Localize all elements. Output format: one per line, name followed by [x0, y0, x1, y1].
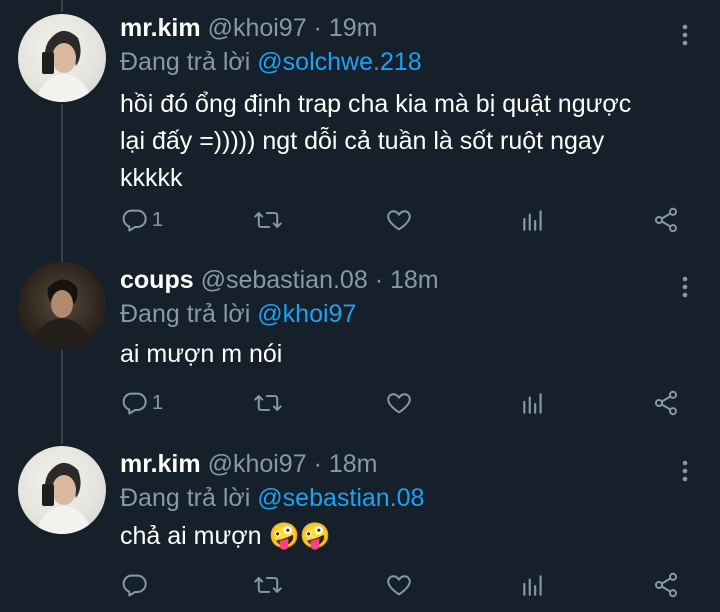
replying-to-label: Đang trả lời: [120, 48, 251, 76]
tweet-header: mr.kim @khoi97 · 18m: [120, 450, 378, 479]
avatar[interactable]: [18, 446, 106, 534]
replying-to: Đang trả lời @sebastian.08: [120, 484, 424, 513]
share-icon: [652, 571, 680, 599]
more-vertical-icon[interactable]: [670, 20, 700, 50]
separator: ·: [374, 266, 384, 294]
separator: ·: [313, 450, 322, 478]
username[interactable]: @sebastian.08: [201, 266, 368, 294]
tweet-actions: 1: [120, 388, 700, 418]
comment-icon: [120, 571, 148, 599]
tweet[interactable]: coups @sebastian.08 · 18m Đang trả lời @…: [0, 262, 720, 438]
tweet-text: chả ai mượn 🤪🤪: [120, 518, 331, 555]
tweet-text: ai mượn m nói: [120, 336, 282, 373]
timestamp[interactable]: 19m: [329, 14, 378, 42]
tweet[interactable]: mr.kim @khoi97 · 19m Đang trả lời @solch…: [0, 10, 720, 250]
avatar[interactable]: [18, 14, 106, 102]
analytics-icon: [520, 206, 546, 234]
display-name[interactable]: mr.kim: [120, 14, 201, 42]
replying-to: Đang trả lời @solchwe.218: [120, 48, 422, 77]
retweet-icon: [253, 206, 283, 234]
share-button[interactable]: [652, 388, 680, 418]
tweet-text-line: hồi đó ổng định trap cha kia mà bị quật …: [120, 90, 632, 118]
analytics-icon: [520, 389, 546, 417]
display-name[interactable]: coups: [120, 266, 194, 294]
tweet-text-line: kkkkk: [120, 164, 183, 192]
share-button[interactable]: [652, 570, 680, 600]
avatar[interactable]: [18, 262, 106, 350]
share-icon: [652, 206, 680, 234]
analytics-button[interactable]: [520, 388, 546, 418]
tweet-text-line: chả ai mượn 🤪🤪: [120, 522, 331, 550]
like-button[interactable]: [385, 570, 413, 600]
username[interactable]: @khoi97: [208, 450, 307, 478]
more-vertical-icon[interactable]: [670, 272, 700, 302]
heart-icon: [385, 389, 413, 417]
separator: ·: [313, 14, 322, 42]
timestamp[interactable]: 18m: [390, 266, 439, 294]
mention-link[interactable]: @khoi97: [257, 300, 356, 328]
heart-icon: [385, 206, 413, 234]
analytics-icon: [520, 571, 546, 599]
like-button[interactable]: [385, 388, 413, 418]
analytics-button[interactable]: [520, 570, 546, 600]
replying-to: Đang trả lời @khoi97: [120, 300, 356, 329]
mention-link[interactable]: @solchwe.218: [257, 48, 421, 76]
heart-icon: [385, 571, 413, 599]
reply-button[interactable]: 1: [120, 388, 163, 418]
tweet-text-line: ai mượn m nói: [120, 340, 283, 368]
tweet-actions: [120, 570, 700, 600]
replying-to-label: Đang trả lời: [120, 484, 251, 512]
share-button[interactable]: [652, 205, 680, 235]
tweet-text-line: lại đấy =))))) ngt dỗi cả tuần là sốt ru…: [120, 127, 605, 155]
tweet-text: hồi đó ổng định trap cha kia mà bị quật …: [120, 86, 631, 197]
reply-count: 1: [152, 208, 164, 231]
retweet-button[interactable]: [253, 388, 283, 418]
tweet-header: mr.kim @khoi97 · 19m: [120, 14, 378, 43]
reply-count: 1: [152, 391, 164, 414]
timestamp[interactable]: 18m: [329, 450, 378, 478]
retweet-button[interactable]: [253, 205, 283, 235]
comment-icon: [120, 389, 148, 417]
mention-link[interactable]: @sebastian.08: [257, 484, 424, 512]
reply-button[interactable]: 1: [120, 205, 163, 235]
analytics-button[interactable]: [520, 205, 546, 235]
share-icon: [652, 389, 680, 417]
tweet[interactable]: mr.kim @khoi97 · 18m Đang trả lời @sebas…: [0, 446, 720, 612]
more-vertical-icon[interactable]: [670, 456, 700, 486]
display-name[interactable]: mr.kim: [120, 450, 201, 478]
comment-icon: [120, 206, 148, 234]
retweet-icon: [253, 571, 283, 599]
tweet-header: coups @sebastian.08 · 18m: [120, 266, 439, 295]
username[interactable]: @khoi97: [208, 14, 307, 42]
retweet-button[interactable]: [253, 570, 283, 600]
like-button[interactable]: [385, 205, 413, 235]
retweet-icon: [253, 389, 283, 417]
tweet-actions: 1: [120, 205, 700, 235]
replying-to-label: Đang trả lời: [120, 300, 251, 328]
reply-button[interactable]: [120, 570, 152, 600]
